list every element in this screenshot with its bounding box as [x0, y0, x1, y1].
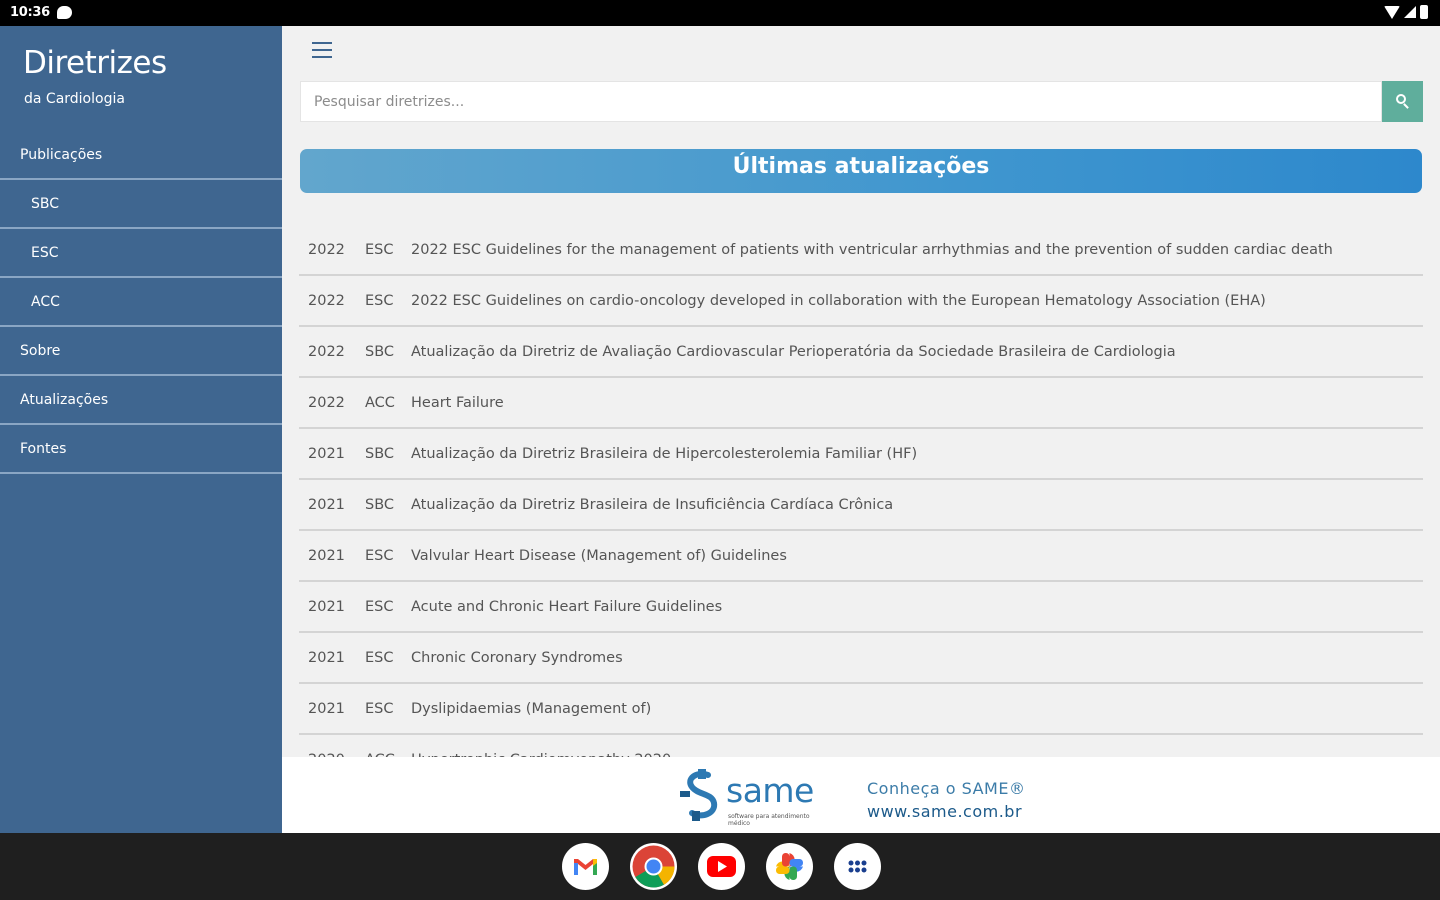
updates-list: 2022 ESC 2022 ESC Guidelines for the manag… [299, 228, 1423, 757]
update-title-link[interactable]: Valvular Heart Disease (Management of) G… [411, 543, 1423, 570]
cell-signal-icon [1404, 6, 1416, 18]
footer-cta-line1: Conheça o SAME® [867, 779, 1026, 798]
main-content: Últimas atualizações 2022 ESC 2022 ESC Gui… [282, 26, 1440, 757]
sidebar-item-acc[interactable]: ACC [0, 278, 282, 327]
menu-icon[interactable] [312, 42, 332, 60]
message-notification-icon [57, 6, 72, 19]
status-bar: 10:36 [0, 0, 1440, 26]
update-year: 2022 [308, 344, 345, 360]
update-row[interactable]: 2021 ESC Dyslipidaemias (Management of) [299, 684, 1423, 735]
update-year: 2021 [308, 701, 345, 717]
status-time: 10:36 [10, 5, 50, 20]
update-row[interactable]: 2022 SBC Atualização da Diretriz de Avalia… [299, 327, 1423, 378]
update-org: SBC [365, 344, 395, 360]
update-title-link[interactable]: 2022 ESC Guidelines on cardio-oncology d… [411, 288, 1423, 315]
search-button[interactable] [1382, 81, 1423, 122]
update-year: 2021 [308, 650, 345, 666]
update-year: 2022 [308, 293, 345, 309]
sidebar: Diretrizes da Cardiologia Publicações SB… [0, 26, 282, 833]
same-logo-text: same [726, 771, 814, 810]
youtube-icon[interactable] [698, 843, 745, 890]
update-year: 2021 [308, 548, 345, 564]
update-row[interactable]: 2022 ACC Heart Failure [299, 378, 1423, 429]
chrome-icon[interactable] [630, 843, 677, 890]
search-input[interactable] [300, 81, 1382, 122]
update-title-link[interactable]: Atualização da Diretriz de Avaliação Car… [411, 339, 1423, 366]
sidebar-nav: Publicações SBC ESC ACC Sobre Atualizaçõ… [0, 131, 282, 474]
app-title: Diretrizes [23, 45, 167, 81]
update-row[interactable]: 2021 ESC Acute and Chronic Heart Failure G… [299, 582, 1423, 633]
update-row[interactable]: 2020ACCHypertrophic Cardiomyopathy 2020 [299, 735, 1423, 757]
wifi-icon [1384, 5, 1400, 19]
footer-cta-url[interactable]: www.same.com.br [867, 802, 1022, 821]
update-row[interactable]: 2021 ESC Chronic Coronary Syndromes [299, 633, 1423, 684]
update-title-link[interactable]: Hypertrophic Cardiomyopathy 2020 [411, 747, 1423, 757]
update-year: 2022 [308, 242, 345, 258]
update-row[interactable]: 2021 SBC Atualização da Diretriz Brasileir… [299, 429, 1423, 480]
update-org: SBC [365, 497, 395, 513]
update-org: ESC [365, 701, 394, 717]
update-row[interactable]: 2021 ESC Valvular Heart Disease (Managemen… [299, 531, 1423, 582]
update-org: ESC [365, 650, 394, 666]
update-year: 2021 [308, 446, 345, 462]
update-row[interactable]: 2022 ESC 2022 ESC Guidelines on cardio-onc… [299, 276, 1423, 327]
update-title-link[interactable]: Acute and Chronic Heart Failure Guidelin… [411, 594, 1423, 621]
sidebar-item-sbc[interactable]: SBC [0, 180, 282, 229]
sidebar-item-publicacoes[interactable]: Publicações [0, 131, 282, 180]
battery-icon [1420, 5, 1428, 19]
update-org: SBC [365, 446, 395, 462]
update-title-link[interactable]: Dyslipidaemias (Management of) [411, 696, 1423, 723]
same-logo[interactable]: same software para atendimento médico [678, 765, 828, 829]
sidebar-item-fontes[interactable]: Fontes [0, 425, 282, 474]
update-org: ESC [365, 293, 394, 309]
app-subtitle: da Cardiologia [24, 91, 125, 107]
same-logo-tagline: software para atendimento médico [728, 813, 810, 827]
search-bar [300, 81, 1423, 122]
update-org: ACC [357, 747, 411, 757]
photos-icon[interactable] [766, 843, 813, 890]
sidebar-item-sobre[interactable]: Sobre [0, 327, 282, 376]
update-year: 2021 [308, 599, 345, 615]
status-icons [1384, 5, 1428, 19]
same-logo-icon [680, 769, 718, 821]
update-year: 2020 [299, 747, 357, 757]
app-drawer-icon[interactable] [834, 843, 881, 890]
update-year: 2022 [308, 395, 345, 411]
update-org: ACC [365, 395, 395, 411]
update-org: ESC [365, 599, 394, 615]
update-org: ESC [365, 548, 394, 564]
gmail-icon[interactable] [562, 843, 609, 890]
update-row[interactable]: 2021 SBC Atualização da Diretriz Brasileir… [299, 480, 1423, 531]
update-title-link[interactable]: Heart Failure [411, 390, 1423, 417]
update-title-link[interactable]: Atualização da Diretriz Brasileira de Hi… [411, 441, 1423, 468]
update-title-link[interactable]: Chronic Coronary Syndromes [411, 645, 1423, 672]
update-year: 2021 [308, 497, 345, 513]
update-title-link[interactable]: Atualização da Diretriz Brasileira de In… [411, 492, 1423, 519]
sidebar-item-esc[interactable]: ESC [0, 229, 282, 278]
footer-banner[interactable]: same software para atendimento médico Co… [282, 757, 1440, 833]
latest-updates-header: Últimas atualizações [300, 149, 1422, 193]
taskbar-dock [0, 833, 1440, 900]
update-row[interactable]: 2022 ESC 2022 ESC Guidelines for the manag… [299, 228, 1423, 276]
update-org: ESC [365, 242, 394, 258]
update-title-link[interactable]: 2022 ESC Guidelines for the management o… [411, 237, 1423, 264]
sidebar-item-atualizacoes[interactable]: Atualizações [0, 376, 282, 425]
